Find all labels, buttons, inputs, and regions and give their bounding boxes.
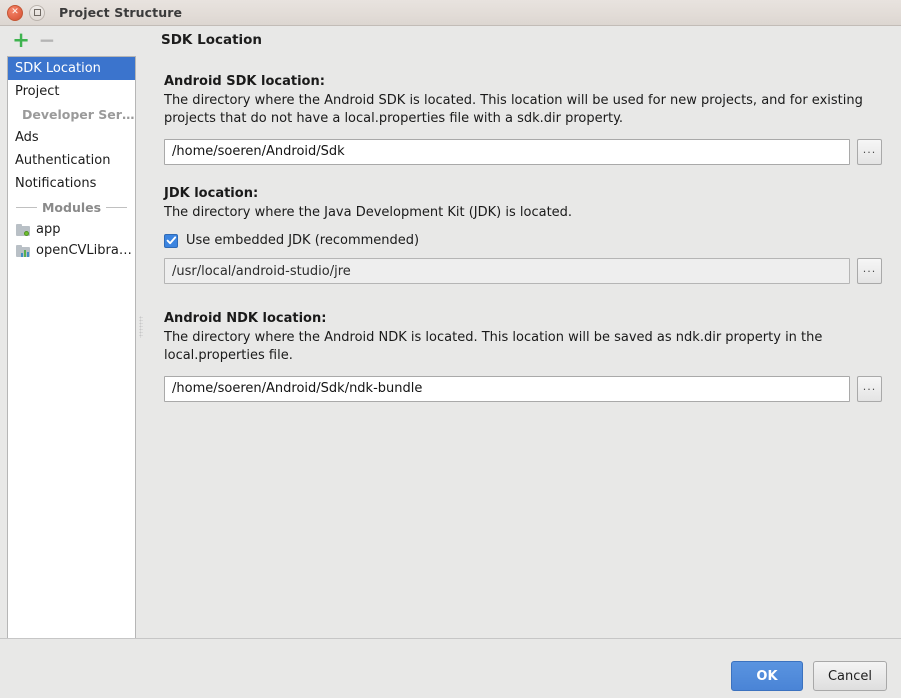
sidebar-toolbar: + − bbox=[0, 26, 138, 56]
sidebar-item-label: Ads bbox=[15, 130, 39, 145]
module-label: app bbox=[36, 222, 61, 237]
android-sdk-browse-button[interactable]: ... bbox=[857, 138, 882, 165]
sidebar-item-notifications[interactable]: Notifications bbox=[8, 172, 135, 195]
sidebar-item-label: Developer Ser… bbox=[22, 107, 135, 122]
separator-line-right bbox=[106, 206, 128, 208]
sidebar-list[interactable]: SDK Location Project Developer Ser… Ads … bbox=[7, 56, 136, 653]
separator-line-left bbox=[16, 206, 37, 208]
sidebar-item-authentication[interactable]: Authentication bbox=[8, 149, 135, 172]
android-ndk-browse-button[interactable]: ... bbox=[857, 375, 882, 402]
field-row: ... bbox=[164, 375, 882, 402]
maximize-glyph bbox=[33, 9, 41, 16]
close-glyph: ✕ bbox=[11, 7, 19, 17]
page-title: SDK Location bbox=[161, 32, 263, 48]
ok-button[interactable]: OK bbox=[730, 661, 803, 691]
library-module-icon bbox=[16, 244, 30, 257]
use-embedded-jdk-label: Use embedded JDK (recommended) bbox=[186, 233, 420, 249]
use-embedded-jdk-checkbox-row[interactable]: Use embedded JDK (recommended) bbox=[164, 233, 882, 248]
section-android-sdk-location: Android SDK location: The directory wher… bbox=[164, 74, 882, 165]
content-panel: SDK Location Android SDK location: The d… bbox=[147, 26, 901, 638]
section-description: The directory where the Android SDK is l… bbox=[164, 93, 863, 127]
dialog-footer: OK Cancel bbox=[0, 638, 901, 698]
remove-module-button[interactable]: − bbox=[38, 30, 56, 50]
close-icon[interactable]: ✕ bbox=[7, 4, 23, 21]
maximize-icon[interactable] bbox=[29, 4, 45, 21]
sidebar-item-module-opencvlibrary[interactable]: openCVLibra… bbox=[8, 240, 135, 261]
section-android-ndk-location: Android NDK location: The directory wher… bbox=[164, 311, 882, 402]
section-description: The directory where the Android NDK is l… bbox=[164, 330, 823, 364]
android-ndk-location-input[interactable] bbox=[164, 375, 850, 402]
sidebar-item-label: Notifications bbox=[15, 176, 97, 191]
splitter-grip-icon[interactable] bbox=[139, 316, 143, 338]
sidebar-item-project[interactable]: Project bbox=[8, 80, 135, 103]
sidebar-item-label: Authentication bbox=[15, 153, 111, 168]
add-module-button[interactable]: + bbox=[12, 29, 30, 50]
cancel-button[interactable]: Cancel bbox=[812, 661, 887, 691]
window-title: Project Structure bbox=[59, 5, 183, 20]
section-label: Android SDK location: bbox=[164, 74, 325, 89]
section-label: JDK location: bbox=[164, 186, 259, 201]
section-jdk-location: JDK location: The directory where the Ja… bbox=[164, 186, 882, 285]
sidebar-item-label: SDK Location bbox=[15, 61, 101, 76]
sidebar-item-module-app[interactable]: app bbox=[8, 219, 135, 240]
footer-button-group: OK Cancel bbox=[730, 661, 887, 691]
jdk-browse-button[interactable]: ... bbox=[857, 258, 882, 285]
modules-separator-label: Modules bbox=[41, 199, 102, 215]
module-folder-icon bbox=[16, 223, 30, 236]
field-row: ... bbox=[164, 138, 882, 165]
sidebar-item-sdk-location[interactable]: SDK Location bbox=[8, 57, 135, 80]
android-sdk-location-input[interactable] bbox=[164, 138, 850, 165]
sidebar-item-ads[interactable]: Ads bbox=[8, 126, 135, 149]
section-description: The directory where the Java Development… bbox=[164, 205, 573, 220]
window-titlebar: ✕ Project Structure bbox=[0, 0, 901, 26]
module-label: openCVLibra… bbox=[36, 243, 132, 258]
field-row: ... bbox=[164, 258, 882, 285]
panel-splitter[interactable] bbox=[137, 26, 147, 638]
sidebar-panel: + − SDK Location Project Developer Ser… … bbox=[0, 26, 138, 653]
sidebar-item-label: Project bbox=[15, 84, 60, 99]
checkmark-icon[interactable] bbox=[164, 233, 178, 248]
section-label: Android NDK location: bbox=[164, 311, 327, 326]
jdk-location-input[interactable] bbox=[164, 258, 850, 285]
sidebar-item-developer-services[interactable]: Developer Ser… bbox=[8, 103, 135, 126]
modules-separator: Modules bbox=[8, 195, 135, 219]
